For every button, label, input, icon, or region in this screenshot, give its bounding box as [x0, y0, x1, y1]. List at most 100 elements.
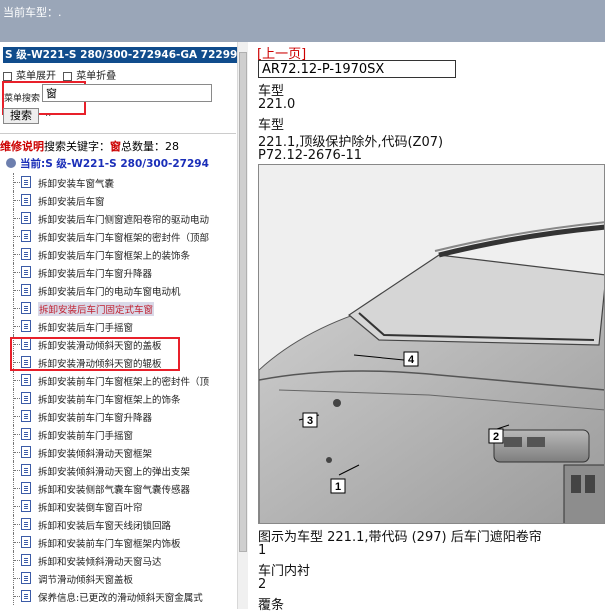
- tree-item[interactable]: 拆卸安装后车门车窗升降器: [0, 263, 236, 281]
- document-icon: [21, 248, 31, 260]
- document-icon: [21, 446, 31, 458]
- tree-item[interactable]: 拆卸安装前车门手摇窗: [0, 425, 236, 443]
- tree-item-label[interactable]: 拆卸安装倾斜滑动天窗上的弹出支架: [38, 464, 190, 478]
- tree-item[interactable]: 拆卸安装后车门侧窗遮阳卷帘的驱动电动: [0, 209, 236, 227]
- tree-item-label[interactable]: 拆卸安装后车门车窗升降器: [38, 266, 152, 280]
- divider: [0, 133, 236, 134]
- tree-item[interactable]: 调节滑动倾斜天窗盖板: [0, 569, 236, 587]
- text-line: 221.0: [258, 97, 296, 112]
- tree-item[interactable]: 拆卸安装后车门手摇窗: [0, 317, 236, 335]
- tree-item-label[interactable]: 拆卸安装后车门手摇窗: [38, 320, 133, 334]
- callout-4: 4: [408, 354, 415, 366]
- document-icon: [21, 518, 31, 530]
- tree-item-label[interactable]: 拆卸安装后车门固定式车窗: [38, 302, 155, 316]
- document-icon: [21, 320, 31, 332]
- tree-item-label[interactable]: 拆卸和安装倒车窗百叶帘: [38, 500, 143, 514]
- left-scrollbar[interactable]: [237, 42, 248, 609]
- tree-item-label[interactable]: 拆卸安装前车门车窗框架上的密封件（顶: [38, 374, 209, 388]
- tree-item-label[interactable]: 拆卸和安装倾斜滑动天窗马达: [38, 554, 162, 568]
- tree-item[interactable]: 拆卸安装后车门的电动车窗电动机: [0, 281, 236, 299]
- tree-item-label[interactable]: 拆卸安装倾斜滑动天窗框架: [38, 446, 152, 460]
- tree-item[interactable]: 拆卸安装前车门车窗框架上的饰条: [0, 389, 236, 407]
- tree-item[interactable]: 拆卸安装后车门车窗框架的密封件（顶部: [0, 227, 236, 245]
- tree-item-label[interactable]: 拆卸安装后车门的电动车窗电动机: [38, 284, 181, 298]
- tree-item[interactable]: 拆卸安装前车门车窗升降器: [0, 407, 236, 425]
- document-icon: [21, 590, 31, 602]
- tree-item-label[interactable]: 调节滑动倾斜天窗盖板: [38, 572, 133, 586]
- tree-item[interactable]: 拆卸安装后车门固定式车窗: [0, 299, 236, 317]
- model-header: S 级-W221-S 280/300-272946-GA 72299: [3, 47, 237, 63]
- tree-item-label[interactable]: 拆卸安装后车门车窗框架的密封件（顶部: [38, 230, 209, 244]
- tree-item[interactable]: 拆卸和安装后车窗天线闭锁回路: [0, 515, 236, 533]
- tree-item-label[interactable]: 拆卸安装前车门车窗框架上的饰条: [38, 392, 181, 406]
- tree-root[interactable]: 当前:S 级-W221-S 280/300-27294: [6, 156, 236, 171]
- tree-connector: [14, 506, 20, 507]
- left-panel: S 级-W221-S 280/300-272946-GA 72299 菜单展开 …: [0, 42, 249, 609]
- tree-item-label[interactable]: 保养信息:已更改的滑动倾斜天窗金属式: [38, 590, 203, 604]
- tree-item[interactable]: 拆卸和安装倒车窗百叶帘: [0, 497, 236, 515]
- tree-connector: [14, 560, 20, 561]
- document-icon: [21, 374, 31, 386]
- legend-number: 1: [258, 543, 267, 558]
- door-illustration: 4 3 2 1: [258, 164, 605, 524]
- document-icon: [21, 482, 31, 494]
- document-icon: [21, 464, 31, 476]
- tree-connector: [14, 326, 20, 327]
- search-input[interactable]: 窗: [42, 84, 212, 102]
- globe-icon: [6, 158, 16, 168]
- tree-list: 拆卸安装车窗气囊 拆卸安装后车窗拆卸安装后车门侧窗遮阳卷帘的驱动电动 拆卸安装后车门…: [0, 173, 236, 605]
- callout-3: 3: [307, 415, 313, 427]
- callout-2: 2: [493, 431, 499, 443]
- tree-connector: [14, 218, 20, 219]
- tree-item-label[interactable]: 拆卸和安装前车门车窗框架内饰板: [38, 536, 181, 550]
- tree-connector: [14, 380, 20, 381]
- tree-item-label[interactable]: 拆卸和安装后车窗天线闭锁回路: [38, 518, 171, 532]
- search-button[interactable]: 搜索: [3, 108, 39, 124]
- tree-item[interactable]: 保养信息:已更改的滑动倾斜天窗金属式: [0, 587, 236, 605]
- search-info: 维修说明搜索关键字：窗总数量：28: [0, 138, 179, 154]
- tree-connector: [14, 416, 20, 417]
- tree-item-label[interactable]: 拆卸和安装侧部气囊车窗气囊传感器: [38, 482, 190, 496]
- scrollbar-thumb[interactable]: [239, 52, 247, 552]
- tree-item[interactable]: 拆卸和安装前车门车窗框架内饰板: [0, 533, 236, 551]
- tree-connector: [14, 470, 20, 471]
- tree-item-label[interactable]: 拆卸安装车窗气囊: [38, 176, 114, 190]
- current-model-label: 当前车型：.: [3, 6, 62, 19]
- tree-item[interactable]: 拆卸安装后车窗: [0, 191, 236, 209]
- content-panel: [上一页] AR72.12-P-1970SX 车型 221.0 车型 221.1…: [248, 42, 605, 613]
- legend-text: 覆条: [258, 598, 285, 613]
- door-illustration-svg: 4 3 2 1: [259, 165, 604, 523]
- tree-connector: [14, 182, 20, 183]
- tree-item-label[interactable]: 拆卸安装前车门手摇窗: [38, 428, 133, 442]
- tree-item[interactable]: 拆卸安装倾斜滑动天窗上的弹出支架: [0, 461, 236, 479]
- tree-item-label[interactable]: 拆卸安装后车门侧窗遮阳卷帘的驱动电动: [38, 212, 209, 226]
- tree-item-label[interactable]: 拆卸安装后车门车窗框架上的装饰条: [38, 248, 190, 262]
- document-icon: [21, 392, 31, 404]
- collapse-icon[interactable]: [63, 71, 73, 81]
- document-icon: [21, 284, 31, 296]
- tree-connector: [14, 542, 20, 543]
- expand-icon[interactable]: [3, 71, 12, 81]
- search-label: 菜单搜索: [4, 94, 41, 104]
- tree-item[interactable]: 拆卸安装后车门车窗框架上的装饰条: [0, 245, 236, 263]
- tree-connector: [14, 488, 20, 489]
- document-icon: [21, 176, 31, 188]
- selection-highlight-box: [10, 337, 180, 371]
- document-icon: [21, 536, 31, 548]
- tree-item[interactable]: 拆卸和安装倾斜滑动天窗马达: [0, 551, 236, 569]
- tree-item[interactable]: 拆卸安装倾斜滑动天窗框架: [0, 443, 236, 461]
- document-icon: [21, 410, 31, 422]
- tree-item-label[interactable]: 拆卸安装后车窗: [38, 194, 105, 208]
- info-keyword-label: 搜索关键字：: [44, 140, 110, 153]
- tree-item-label[interactable]: 拆卸安装前车门车窗升降器: [38, 410, 152, 424]
- image-caption: 图示为车型 221.1,带代码 (297) 后车门遮阳卷帘: [258, 530, 542, 545]
- info-count-value: 28: [165, 140, 179, 153]
- top-bar: 当前车型：.: [0, 0, 605, 42]
- text-line: P72.12-2676-11: [258, 148, 363, 163]
- tree-item[interactable]: 拆卸安装前车门车窗框架上的密封件（顶: [0, 371, 236, 389]
- document-icon: [21, 428, 31, 440]
- document-icon: [21, 572, 31, 584]
- tree-item[interactable]: 拆卸和安装侧部气囊车窗气囊传感器: [0, 479, 236, 497]
- document-icon: [21, 212, 31, 224]
- tree-item[interactable]: 拆卸安装车窗气囊: [0, 173, 236, 191]
